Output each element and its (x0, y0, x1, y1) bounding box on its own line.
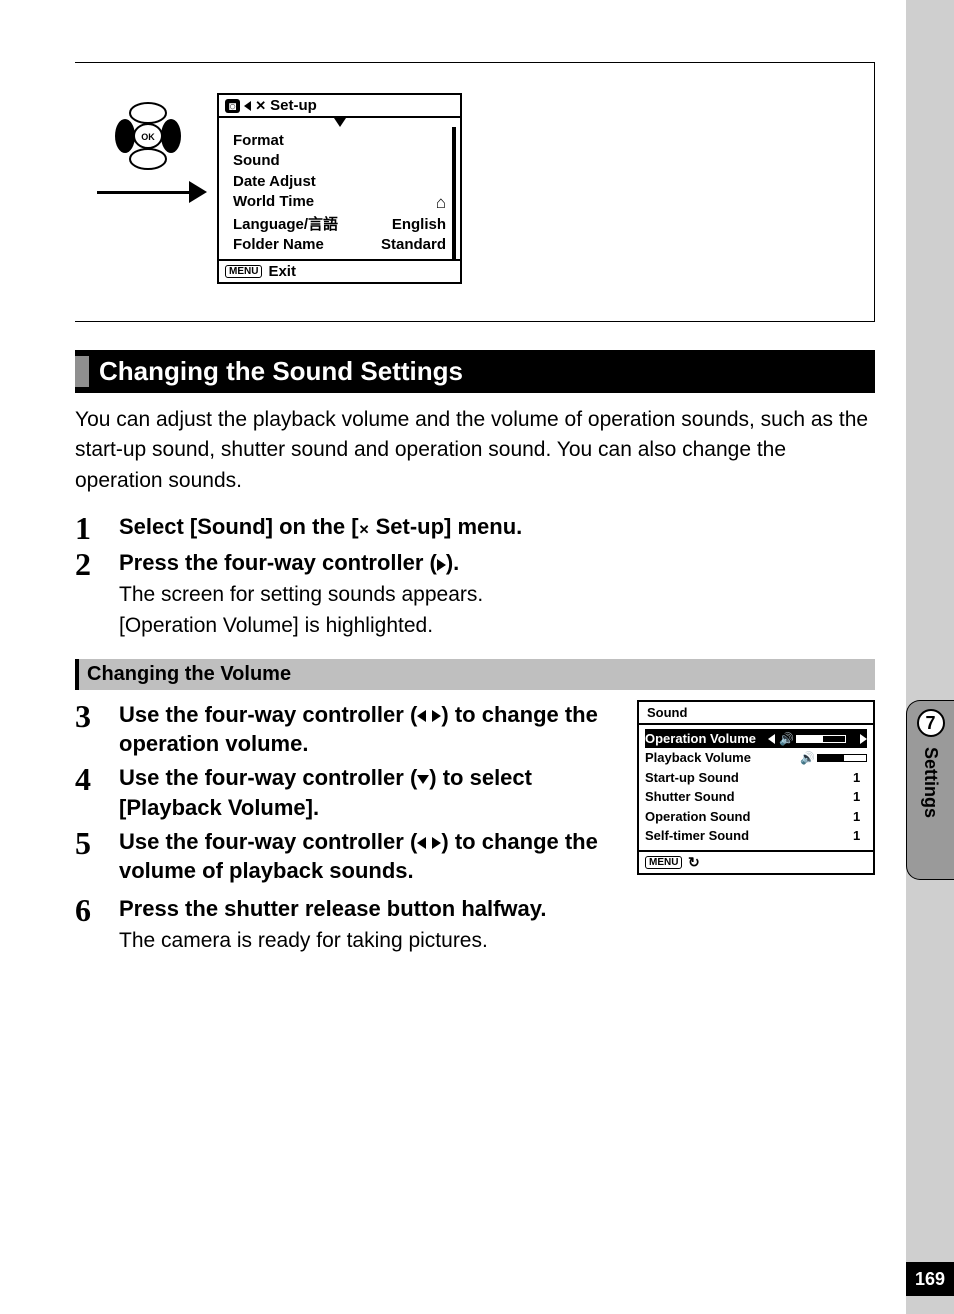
camera-tab-icon: ◙ (225, 99, 240, 113)
four-way-controller-icon: OK (113, 101, 183, 171)
row-value: 1 (853, 807, 867, 827)
sound-screen-title: Sound (639, 702, 873, 725)
step-3: 3 Use the four-way controller ( ) to cha… (75, 700, 619, 759)
back-icon (688, 854, 700, 871)
setup-menu-screen: ◙ Set-up Format Sound Date Adjust World … (217, 93, 462, 284)
step-6: 6 Press the shutter release button halfw… (75, 894, 875, 955)
row-label: Operation Sound (645, 807, 849, 827)
step-number: 4 (75, 763, 119, 822)
step-number: 3 (75, 700, 119, 759)
tools-icon (359, 518, 370, 538)
step-number: 6 (75, 894, 119, 955)
section-heading-text: Changing the Sound Settings (99, 356, 463, 387)
step-title-text: Use the four-way controller ( (119, 702, 417, 727)
row-label: Playback Volume (645, 748, 796, 768)
side-tab-label: Settings (920, 747, 941, 818)
side-tab: 7 Settings (906, 700, 954, 880)
step-title-text: Set-up] menu. (369, 514, 522, 539)
speaker-icon: 🔊 (800, 749, 813, 767)
section-heading: Changing the Sound Settings (75, 350, 875, 393)
right-margin-strip (906, 0, 954, 1314)
step-2: 2 Press the four-way controller (). The … (75, 548, 875, 640)
menu-value: Standard (381, 235, 446, 255)
left-arrow-icon (417, 710, 426, 722)
sound-row-playback-volume: Playback Volume 🔊 (645, 748, 867, 768)
left-tab-arrow-icon (244, 101, 251, 111)
step-number: 1 (75, 512, 119, 544)
sound-screen: Sound Operation Volume 🔊 Playback Volume… (637, 700, 875, 875)
step-desc: The camera is ready for taking pictures. (119, 926, 875, 955)
left-arrow-icon (417, 837, 426, 849)
step-title-text: Select [Sound] on the [ (119, 514, 359, 539)
volume-bar (796, 735, 846, 743)
step-4: 4 Use the four-way controller () to sele… (75, 763, 619, 822)
sound-row: Shutter Sound1 (645, 787, 867, 807)
row-label: Start-up Sound (645, 768, 849, 788)
step-title-text: Use the four-way controller ( (119, 765, 417, 790)
step-number: 5 (75, 827, 119, 886)
side-tab-number: 7 (917, 709, 945, 737)
left-arrow-icon (768, 734, 775, 744)
row-value: 1 (853, 787, 867, 807)
arrow-right-icon (97, 181, 207, 203)
menu-value: English (392, 215, 446, 235)
menu-button-icon: MENU (225, 265, 262, 278)
step-title-text: ). (446, 550, 459, 575)
page-number: 169 (906, 1262, 954, 1296)
row-label: Operation Volume (645, 729, 764, 749)
exit-label: Exit (268, 263, 296, 280)
sound-row: Self-timer Sound1 (645, 826, 867, 846)
step-desc: [Operation Volume] is highlighted. (119, 611, 875, 640)
menu-item: Language/ (233, 216, 308, 233)
row-value: 1 (853, 826, 867, 846)
step-title-text: Press the shutter release button halfway… (119, 894, 875, 924)
lang-suffix: 言語 (308, 216, 338, 233)
setup-title: Set-up (270, 97, 317, 114)
step-desc: The screen for setting sounds appears. (119, 580, 875, 609)
menu-button-icon: MENU (645, 856, 682, 869)
subheader: Changing the Volume (75, 659, 875, 690)
step-title-text: Press the four-way controller ( (119, 550, 437, 575)
menu-item: World Time (233, 192, 314, 215)
menu-item: Sound (233, 151, 280, 171)
right-arrow-icon (860, 734, 867, 744)
sound-row: Operation Sound1 (645, 807, 867, 827)
home-icon (436, 192, 446, 215)
svg-text:OK: OK (141, 132, 155, 142)
right-arrow-icon (437, 559, 446, 571)
down-arrow-icon (334, 118, 346, 127)
volume-bar (817, 754, 867, 762)
menu-item: Format (233, 131, 284, 151)
step-number: 2 (75, 548, 119, 640)
step-1: 1 Select [Sound] on the [ Set-up] menu. (75, 512, 875, 544)
down-arrow-icon (417, 775, 429, 784)
menu-item: Folder Name (233, 235, 324, 255)
menu-item: Date Adjust (233, 172, 316, 192)
top-figure-box: OK ◙ Set-up Format Sound Date Adjust Wor… (75, 62, 875, 322)
row-label: Self-timer Sound (645, 826, 849, 846)
step-5: 5 Use the four-way controller ( ) to cha… (75, 827, 619, 886)
sound-row: Start-up Sound1 (645, 768, 867, 788)
speaker-icon: 🔊 (779, 730, 792, 748)
row-value: 1 (853, 768, 867, 788)
tools-icon (255, 97, 266, 114)
intro-paragraph: You can adjust the playback volume and t… (75, 405, 875, 496)
step-title-text: Use the four-way controller ( (119, 829, 417, 854)
row-label: Shutter Sound (645, 787, 849, 807)
sound-row-operation-volume: Operation Volume 🔊 (645, 729, 867, 749)
